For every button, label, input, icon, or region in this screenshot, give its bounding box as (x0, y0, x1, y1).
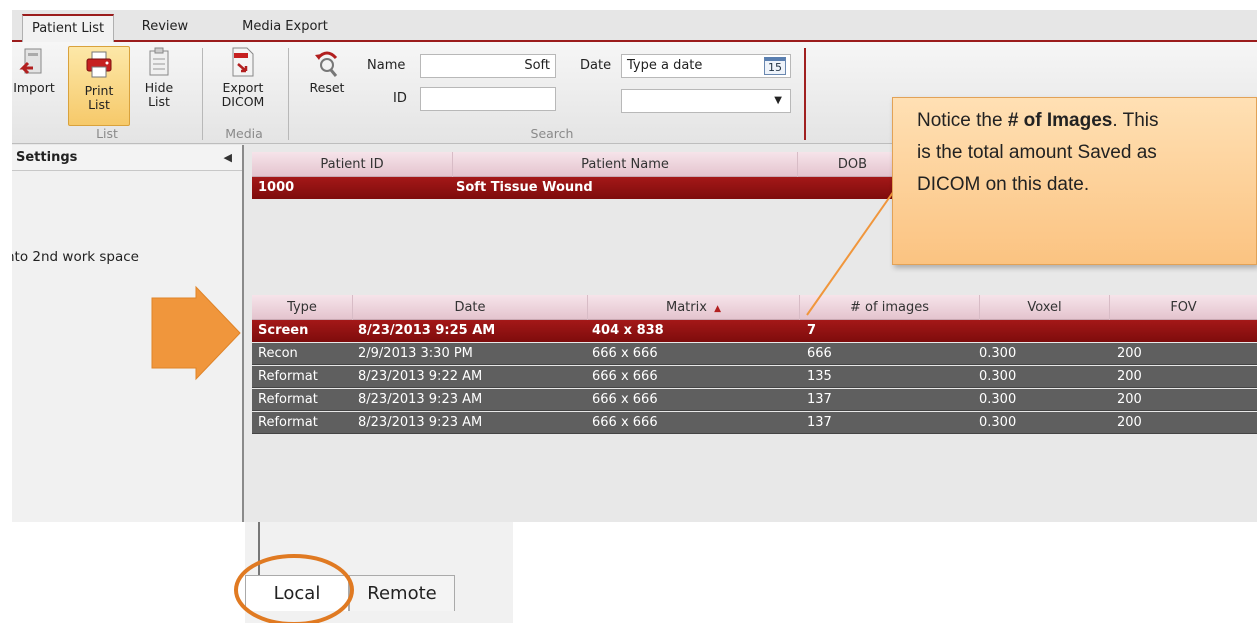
sort-ascending-icon: ▲ (714, 304, 721, 314)
hide-list-label: Hide List (144, 80, 174, 109)
type-cell: Reformat (258, 369, 318, 384)
fov-cell: 200 (1117, 392, 1142, 407)
voxel-cell: 0.300 (979, 415, 1017, 430)
tab-local[interactable]: Local (245, 575, 349, 611)
series-row[interactable]: Screen 8/23/2013 9:25 AM 404 x 838 7 (252, 320, 1257, 342)
reset-search-icon (315, 51, 338, 77)
annotation-callout: Notice the # of Images. This is the tota… (892, 97, 1257, 265)
matrix-cell: 666 x 666 (592, 346, 658, 361)
column-voxel[interactable]: Voxel (979, 295, 1109, 320)
export-dicom-label: Export DICOM (221, 80, 265, 109)
column-dob[interactable]: DOB (797, 152, 907, 177)
settings-panel: Settings ◀ nto 2nd work space (12, 145, 244, 522)
column-patient-name[interactable]: Patient Name (452, 152, 797, 177)
patient-name-cell: Soft Tissue Wound (456, 180, 593, 195)
date-cell: 8/23/2013 9:22 AM (358, 369, 483, 384)
ribbon-separator (288, 48, 289, 140)
printer-icon (86, 51, 112, 78)
tab-patient-list[interactable]: Patient List (22, 14, 114, 42)
column-patient-id[interactable]: Patient ID (252, 152, 452, 177)
panel-border (258, 522, 260, 580)
group-label-list: List (96, 126, 118, 141)
series-row[interactable]: Reformat 8/23/2013 9:23 AM 666 x 666 137… (252, 412, 1257, 434)
reset-label: Reset (309, 80, 345, 95)
sidebar-item[interactable]: nto 2nd work space (12, 249, 139, 265)
export-dicom-icon (232, 47, 254, 77)
series-row[interactable]: Recon 2/9/2013 3:30 PM 666 x 666 666 0.3… (252, 343, 1257, 365)
settings-title: Settings (16, 150, 78, 165)
series-grid-header: Type Date Matrix ▲ # of images Voxel FOV (252, 295, 1257, 320)
date-input[interactable]: Type a date 15 (621, 54, 791, 78)
series-row[interactable]: Reformat 8/23/2013 9:22 AM 666 x 666 135… (252, 366, 1257, 388)
images-cell: 666 (807, 346, 832, 361)
date-cell: 8/23/2013 9:23 AM (358, 415, 483, 430)
column-matrix[interactable]: Matrix ▲ (587, 295, 799, 320)
voxel-cell: 0.300 (979, 346, 1017, 361)
fov-cell: 200 (1117, 346, 1142, 361)
hide-list-button[interactable]: Hide List (136, 46, 182, 109)
print-list-button[interactable]: Print List (68, 46, 130, 126)
callout-text: Notice the (917, 110, 1008, 131)
name-label: Name (367, 58, 406, 73)
date-cell: 8/23/2013 9:23 AM (358, 392, 483, 407)
import-icon (19, 48, 42, 75)
bottom-tab-area: Local Remote (245, 522, 513, 623)
column-num-images[interactable]: # of images (799, 295, 979, 320)
export-dicom-button[interactable]: Export DICOM (212, 46, 274, 109)
voxel-cell: 0.300 (979, 369, 1017, 384)
callout-line-3: DICOM on this date. (917, 174, 1090, 195)
import-label: Import (13, 80, 55, 95)
column-date[interactable]: Date (352, 295, 587, 320)
ribbon-separator (804, 48, 806, 140)
import-button[interactable]: Import (12, 46, 62, 95)
column-matrix-label: Matrix (666, 300, 707, 315)
date-dropdown[interactable]: ▼ (621, 89, 791, 113)
collapse-arrow-icon[interactable]: ◀ (224, 145, 232, 171)
type-cell: Screen (258, 323, 309, 338)
id-label: ID (393, 91, 407, 106)
calendar-icon[interactable]: 15 (764, 57, 786, 75)
application-window: Patient List Review Media Export Import … (12, 10, 1257, 522)
voxel-cell: 0.300 (979, 392, 1017, 407)
date-cell: 8/23/2013 9:25 AM (358, 323, 496, 338)
matrix-cell: 666 x 666 (592, 392, 658, 407)
callout-text: . This (1112, 110, 1159, 131)
patient-id-cell: 1000 (258, 180, 295, 195)
images-cell: 7 (807, 323, 817, 338)
column-type[interactable]: Type (252, 295, 352, 320)
tab-review[interactable]: Review (124, 14, 206, 42)
fov-cell: 200 (1117, 415, 1142, 430)
date-placeholder: Type a date (627, 58, 703, 73)
date-label: Date (580, 58, 612, 73)
group-label-search: Search (530, 126, 574, 141)
matrix-cell: 666 x 666 (592, 369, 658, 384)
tab-remote[interactable]: Remote (349, 575, 455, 611)
dropdown-arrow-icon: ▼ (774, 95, 782, 106)
clipboard-icon (149, 47, 169, 76)
type-cell: Reformat (258, 415, 318, 430)
date-cell: 2/9/2013 3:30 PM (358, 346, 473, 361)
column-fov[interactable]: FOV (1109, 295, 1257, 320)
type-cell: Reformat (258, 392, 318, 407)
callout-line-2: is the total amount Saved as (917, 142, 1157, 163)
type-cell: Recon (258, 346, 298, 361)
id-input[interactable] (420, 87, 556, 111)
settings-header[interactable]: Settings ◀ (12, 145, 242, 171)
callout-emphasis: # of Images (1007, 110, 1113, 131)
reset-button[interactable]: Reset (302, 46, 352, 95)
images-cell: 137 (807, 415, 832, 430)
matrix-cell: 666 x 666 (592, 415, 658, 430)
fov-cell: 200 (1117, 369, 1142, 384)
tab-media-export[interactable]: Media Export (230, 14, 340, 42)
callout-line-1: Notice the # of Images. This (917, 105, 1256, 137)
print-list-label: Print List (84, 83, 114, 112)
ribbon-separator (202, 48, 203, 140)
name-input[interactable]: Soft (420, 54, 556, 78)
main-tab-strip: Patient List Review Media Export (12, 10, 1257, 42)
group-label-media: Media (225, 126, 263, 141)
images-cell: 135 (807, 369, 832, 384)
matrix-cell: 404 x 838 (592, 323, 664, 338)
series-row[interactable]: Reformat 8/23/2013 9:23 AM 666 x 666 137… (252, 389, 1257, 411)
images-cell: 137 (807, 392, 832, 407)
